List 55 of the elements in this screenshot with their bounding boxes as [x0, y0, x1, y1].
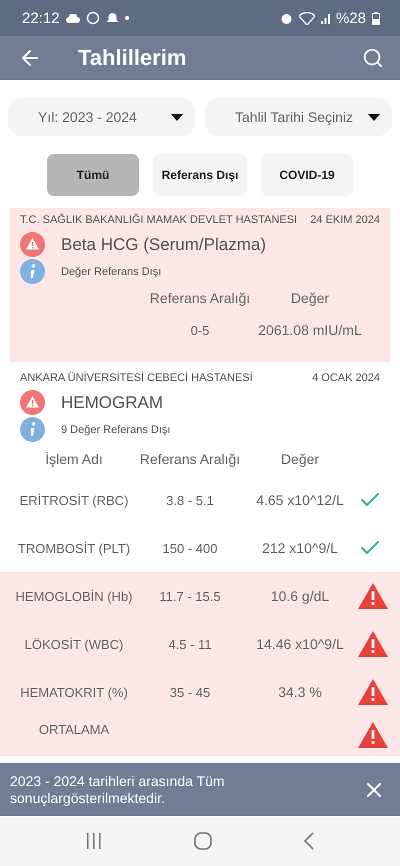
filter-tab[interactable]: Tümü	[47, 154, 139, 196]
result-value: 4.65 x10^12/L	[255, 492, 345, 508]
reference-range: 0-5	[190, 322, 210, 338]
result-date: 4 OCAK 2024	[312, 372, 380, 384]
warning-icon	[20, 232, 45, 257]
caret-icon	[368, 114, 380, 120]
status-time: 22:12	[22, 10, 60, 26]
column-header: İşlem Adı	[44, 451, 104, 467]
result-value: 34.3 %	[277, 684, 323, 700]
battery-percent: %28	[336, 10, 366, 26]
warning-icon	[20, 390, 45, 415]
hospital-name: ANKARA ÜNİVERSİTESİ CEBECİ HASTANESİ	[20, 372, 253, 384]
dot-icon	[124, 16, 129, 20]
filter-tab[interactable]: Referans Dışı	[153, 154, 247, 196]
home-icon[interactable]	[194, 832, 212, 850]
test-item-name: ERİTROSİT (RBC)	[18, 492, 130, 508]
column-header: Değer	[290, 290, 330, 306]
test-item-name: ORTALAMA	[38, 722, 110, 737]
reference-range: 150 - 400	[162, 540, 218, 556]
cloud-icon	[66, 14, 80, 22]
test-item-name: TROMBOSİT (PLT)	[16, 540, 132, 556]
reference-range: 3.8 - 5.1	[165, 492, 215, 508]
recent-apps-icon[interactable]	[86, 833, 102, 849]
summary-text: 9 Değer Referans Dışı	[61, 424, 170, 436]
result-value: 10.6 g/dL	[270, 588, 330, 604]
signal-icon	[320, 12, 330, 24]
info-icon	[20, 259, 45, 284]
page-title: Tahlillerim	[78, 45, 188, 71]
wifi-icon	[298, 12, 315, 24]
dropdown[interactable]: Tahlil Tarihi Seçiniz	[205, 98, 392, 136]
column-header: Referans Aralığı	[138, 451, 242, 467]
search-icon[interactable]	[362, 47, 384, 69]
result-date: 24 EKIM 2024	[310, 214, 380, 226]
test-item-name: HEMOGLOBİN (Hb)	[14, 588, 134, 604]
column-header: Referans Aralığı	[148, 290, 252, 306]
info-icon	[20, 417, 45, 442]
snackbar-message: 2023 - 2024 tarihleri arasında Tüm sonuçlargösterilmektedir.	[10, 772, 226, 806]
summary-text: Değer Referans Dışı	[61, 266, 162, 278]
test-item-name: LÖKOSİT (WBC)	[24, 636, 124, 652]
reference-range: 11.7 - 15.5	[158, 588, 222, 604]
back-nav-icon[interactable]	[304, 832, 314, 850]
filter-tab[interactable]: COVID-19	[261, 154, 353, 196]
result-value: 2061.08 mIU/mL	[257, 322, 363, 338]
result-value: 212 x10^9/L	[261, 540, 339, 556]
reference-range: 4.5 - 11	[167, 636, 213, 652]
test-name: HEMOGRAM	[61, 392, 163, 412]
dropdown[interactable]: Yıl: 2023 - 2024	[8, 98, 195, 136]
battery-icon	[372, 12, 380, 24]
test-item-name: HEMATOKRIT (%)	[19, 684, 129, 700]
reference-range: 35 - 45	[168, 684, 212, 700]
result-value: 14.46 x10^9/L	[255, 636, 345, 652]
test-name: Beta HCG (Serum/Plazma)	[61, 234, 266, 254]
column-header: Değer	[280, 451, 320, 467]
caret-icon	[171, 114, 183, 120]
hospital-name: T.C. SAĞLIK BAKANLIĞI MAMAK DEVLET HASTANESI	[20, 214, 298, 226]
